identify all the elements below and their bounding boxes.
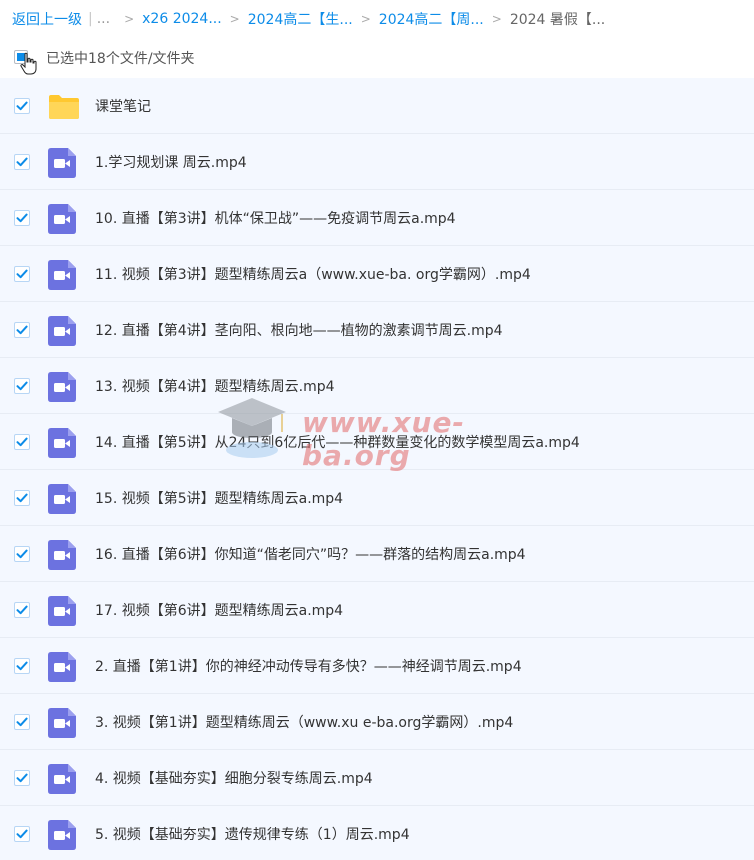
file-name[interactable]: 12. 直播【第4讲】茎向阳、根向地——植物的激素调节周云.mp4 xyxy=(95,320,503,340)
row-checkbox[interactable] xyxy=(14,658,30,674)
breadcrumb-item[interactable]: x26 2024... xyxy=(142,11,222,27)
file-row[interactable]: 3. 视频【第1讲】题型精练周云（www.xu e-ba.org学霸网）.mp4 xyxy=(0,694,754,750)
checkbox-checked-icon xyxy=(16,269,28,279)
checkbox-checked-icon xyxy=(16,549,28,559)
breadcrumb-current: 2024 暑假【... xyxy=(509,12,606,28)
breadcrumb-separator: > xyxy=(360,12,371,26)
video-file-icon xyxy=(48,428,76,458)
file-name[interactable]: 13. 视频【第4讲】题型精练周云.mp4 xyxy=(95,376,335,396)
breadcrumb-separator: > xyxy=(229,12,240,26)
row-checkbox[interactable] xyxy=(14,770,30,786)
file-name[interactable]: 14. 直播【第5讲】从24只到6亿后代——种群数量变化的数学模型周云a.mp4 xyxy=(95,432,580,452)
file-row[interactable]: 课堂笔记 xyxy=(0,78,754,134)
checkbox-checked-icon xyxy=(16,829,28,839)
file-row[interactable]: 5. 视频【基础夯实】遗传规律专练（1）周云.mp4 xyxy=(0,806,754,860)
selection-header: 已选中18个文件/文件夹 xyxy=(0,44,754,78)
file-row[interactable]: 12. 直播【第4讲】茎向阳、根向地——植物的激素调节周云.mp4 xyxy=(0,302,754,358)
file-name[interactable]: 课堂笔记 xyxy=(95,96,151,116)
video-file-icon xyxy=(48,764,76,794)
row-checkbox[interactable] xyxy=(14,546,30,562)
file-row[interactable]: 15. 视频【第5讲】题型精练周云a.mp4 xyxy=(0,470,754,526)
row-checkbox[interactable] xyxy=(14,434,30,450)
file-row[interactable]: 11. 视频【第3讲】题型精练周云a（www.xue-ba. org学霸网）.m… xyxy=(0,246,754,302)
checkbox-checked-icon xyxy=(16,605,28,615)
breadcrumb: 返回上一级 | ... > x26 2024... > 2024高二【生... … xyxy=(12,8,746,30)
file-name[interactable]: 17. 视频【第6讲】题型精练周云a.mp4 xyxy=(95,600,343,620)
breadcrumb-item[interactable]: 2024高二【生... xyxy=(248,9,353,29)
video-file-icon xyxy=(48,372,76,402)
video-file-icon xyxy=(48,316,76,346)
file-name[interactable]: 10. 直播【第3讲】机体“保卫战”——免疫调节周云a.mp4 xyxy=(95,208,456,228)
row-checkbox[interactable] xyxy=(14,714,30,730)
file-list: 课堂笔记 1.学习规划课 周云.mp4 10. 直播【第3讲】机体“保卫战”——免疫… xyxy=(0,78,754,860)
checkbox-checked-icon xyxy=(16,661,28,671)
file-row[interactable]: 10. 直播【第3讲】机体“保卫战”——免疫调节周云a.mp4 xyxy=(0,190,754,246)
folder-icon xyxy=(48,92,79,120)
breadcrumb-separator: > xyxy=(124,12,135,26)
video-file-icon xyxy=(48,652,76,682)
file-name[interactable]: 11. 视频【第3讲】题型精练周云a（www.xue-ba. org学霸网）.m… xyxy=(95,264,531,284)
checkbox-checked-icon xyxy=(16,101,28,111)
video-file-icon xyxy=(48,820,76,850)
row-checkbox[interactable] xyxy=(14,378,30,394)
breadcrumb-divider: | xyxy=(88,11,93,27)
breadcrumb-item[interactable]: 2024高二【周... xyxy=(379,9,484,29)
row-checkbox[interactable] xyxy=(14,154,30,170)
row-checkbox[interactable] xyxy=(14,98,30,114)
file-name[interactable]: 5. 视频【基础夯实】遗传规律专练（1）周云.mp4 xyxy=(95,824,410,844)
row-checkbox[interactable] xyxy=(14,602,30,618)
checkbox-checked-icon xyxy=(16,717,28,727)
file-name[interactable]: 2. 直播【第1讲】你的神经冲动传导有多快？——神经调节周云.mp4 xyxy=(95,656,522,676)
video-file-icon xyxy=(48,204,76,234)
checkbox-checked-icon xyxy=(16,437,28,447)
file-name[interactable]: 15. 视频【第5讲】题型精练周云a.mp4 xyxy=(95,488,343,508)
video-file-icon xyxy=(48,484,76,514)
checkbox-checked-icon xyxy=(16,381,28,391)
row-checkbox[interactable] xyxy=(14,826,30,842)
row-checkbox[interactable] xyxy=(14,490,30,506)
checkbox-checked-icon xyxy=(16,325,28,335)
breadcrumb-back-link[interactable]: 返回上一级 xyxy=(12,9,82,29)
selection-count: 已选中18个文件/文件夹 xyxy=(46,51,195,67)
breadcrumb-separator: > xyxy=(491,12,502,26)
video-file-icon xyxy=(48,148,76,178)
file-row[interactable]: 13. 视频【第4讲】题型精练周云.mp4 xyxy=(0,358,754,414)
file-row[interactable]: 14. 直播【第5讲】从24只到6亿后代——种群数量变化的数学模型周云a.mp4 xyxy=(0,414,754,470)
row-checkbox[interactable] xyxy=(14,210,30,226)
row-checkbox[interactable] xyxy=(14,322,30,338)
file-name[interactable]: 1.学习规划课 周云.mp4 xyxy=(95,152,247,172)
hand-cursor-icon xyxy=(20,52,37,75)
video-file-icon xyxy=(48,708,76,738)
file-name[interactable]: 4. 视频【基础夯实】细胞分裂专练周云.mp4 xyxy=(95,768,373,788)
checkbox-checked-icon xyxy=(16,213,28,223)
video-file-icon xyxy=(48,540,76,570)
file-browser: 返回上一级 | ... > x26 2024... > 2024高二【生... … xyxy=(0,0,754,860)
file-name[interactable]: 3. 视频【第1讲】题型精练周云（www.xu e-ba.org学霸网）.mp4 xyxy=(95,712,513,732)
breadcrumb-ellipsis[interactable]: ... xyxy=(97,11,110,27)
checkbox-checked-icon xyxy=(16,493,28,503)
file-name[interactable]: 16. 直播【第6讲】你知道“偕老同穴”吗？——群落的结构周云a.mp4 xyxy=(95,544,526,564)
file-row[interactable]: 2. 直播【第1讲】你的神经冲动传导有多快？——神经调节周云.mp4 xyxy=(0,638,754,694)
row-checkbox[interactable] xyxy=(14,266,30,282)
video-file-icon xyxy=(48,596,76,626)
file-row[interactable]: 17. 视频【第6讲】题型精练周云a.mp4 xyxy=(0,582,754,638)
video-file-icon xyxy=(48,260,76,290)
file-row[interactable]: 16. 直播【第6讲】你知道“偕老同穴”吗？——群落的结构周云a.mp4 xyxy=(0,526,754,582)
checkbox-checked-icon xyxy=(16,773,28,783)
file-row[interactable]: 1.学习规划课 周云.mp4 xyxy=(0,134,754,190)
file-row[interactable]: 4. 视频【基础夯实】细胞分裂专练周云.mp4 xyxy=(0,750,754,806)
checkbox-checked-icon xyxy=(16,157,28,167)
